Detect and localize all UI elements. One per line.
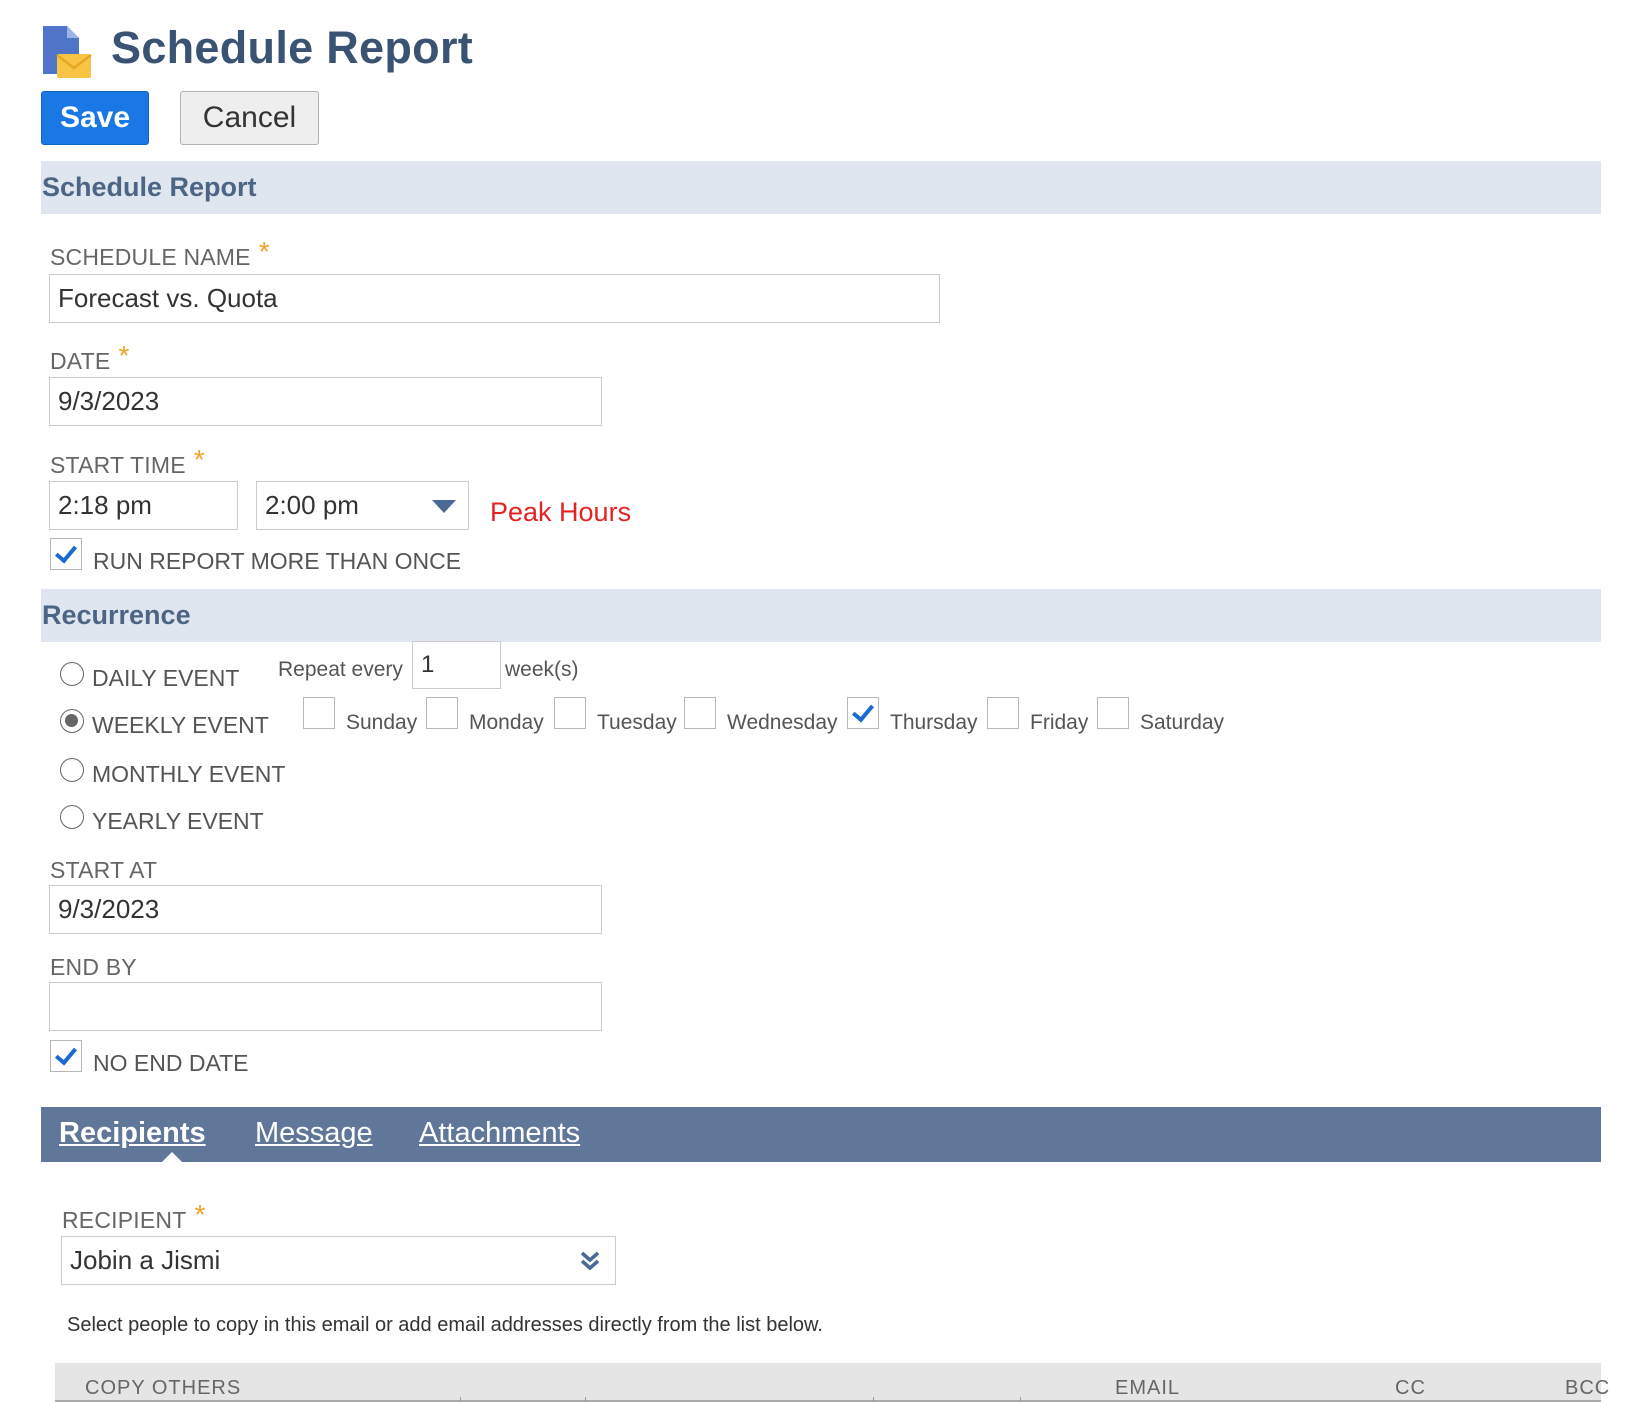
yearly-event-label: YEARLY EVENT <box>92 808 264 834</box>
friday-label: Friday <box>1030 711 1089 734</box>
recurrence-section-bar <box>41 589 1601 642</box>
monday-label: Monday <box>469 711 544 734</box>
required-marker: * <box>258 236 270 267</box>
thursday-label: Thursday <box>890 711 978 734</box>
schedule-name-label: SCHEDULE NAME * <box>50 236 270 270</box>
end-by-input[interactable] <box>49 982 602 1031</box>
column-separator <box>1020 1397 1021 1402</box>
tab-message[interactable]: Message <box>255 1117 373 1150</box>
run-more-than-once-checkbox[interactable] <box>50 538 82 570</box>
sunday-checkbox[interactable] <box>303 697 335 729</box>
recipient-label: RECIPIENT * <box>62 1199 206 1233</box>
column-header-email[interactable]: EMAIL <box>1115 1377 1180 1400</box>
column-header-copy-others[interactable]: COPY OTHERS <box>85 1377 241 1400</box>
daily-event-label: DAILY EVENT <box>92 665 240 691</box>
sunday-label: Sunday <box>346 711 418 734</box>
peak-hours-note: Peak Hours <box>490 497 632 527</box>
start-time-select[interactable]: 2:00 pm <box>256 481 469 530</box>
column-separator <box>585 1397 586 1402</box>
subtab-bar: Recipients Message Attachments <box>41 1107 1601 1162</box>
start-at-label: START AT <box>50 857 158 883</box>
saturday-label: Saturday <box>1140 711 1225 734</box>
tab-attachments[interactable]: Attachments <box>419 1117 580 1150</box>
date-input[interactable]: 9/3/2023 <box>49 377 602 426</box>
date-label: DATE * <box>50 340 130 374</box>
repeat-every-input[interactable]: 1 <box>412 641 501 689</box>
column-separator <box>460 1397 461 1402</box>
required-marker: * <box>194 1199 206 1230</box>
dropdown-arrow-icon <box>432 500 456 513</box>
recurrence-section-title: Recurrence <box>42 600 191 630</box>
daily-event-radio[interactable] <box>60 662 84 686</box>
copy-help-text: Select people to copy in this email or a… <box>67 1314 823 1336</box>
recipient-select-value: Jobin a Jismi <box>70 1245 221 1275</box>
wednesday-checkbox[interactable] <box>684 697 716 729</box>
run-more-than-once-label: RUN REPORT MORE THAN ONCE <box>93 548 462 574</box>
no-end-date-checkbox[interactable] <box>50 1040 82 1072</box>
page-title: Schedule Report <box>111 22 474 73</box>
active-tab-indicator <box>162 1152 182 1162</box>
required-marker: * <box>118 340 130 371</box>
tuesday-checkbox[interactable] <box>554 697 586 729</box>
column-header-bcc[interactable]: BCC <box>1565 1377 1610 1400</box>
start-time-label: START TIME * <box>50 444 205 478</box>
monthly-event-radio[interactable] <box>60 758 84 782</box>
start-time-input[interactable]: 2:18 pm <box>49 481 238 530</box>
weekly-event-label: WEEKLY EVENT <box>92 712 269 738</box>
schedule-section-title: Schedule Report <box>42 172 257 202</box>
weekly-event-radio[interactable] <box>60 709 84 733</box>
cancel-button[interactable]: Cancel <box>180 91 319 145</box>
column-header-cc[interactable]: CC <box>1395 1377 1426 1400</box>
double-chevron-down-icon <box>580 1251 600 1271</box>
yearly-event-radio[interactable] <box>60 805 84 829</box>
schedule-section-bar <box>41 161 1601 214</box>
tuesday-label: Tuesday <box>597 711 677 734</box>
start-at-input[interactable]: 9/3/2023 <box>49 885 602 934</box>
repeat-every-label: Repeat every <box>278 658 403 681</box>
monthly-event-label: MONTHLY EVENT <box>92 761 286 787</box>
column-separator <box>873 1397 874 1402</box>
wednesday-label: Wednesday <box>727 711 838 734</box>
save-button[interactable]: Save <box>41 91 149 145</box>
report-schedule-icon <box>43 26 92 78</box>
monday-checkbox[interactable] <box>426 697 458 729</box>
copy-others-grid-header: COPY OTHERS EMAIL CC BCC <box>55 1363 1609 1402</box>
thursday-checkbox[interactable] <box>847 697 879 729</box>
saturday-checkbox[interactable] <box>1097 697 1129 729</box>
no-end-date-label: NO END DATE <box>93 1050 249 1076</box>
friday-checkbox[interactable] <box>987 697 1019 729</box>
schedule-name-input[interactable]: Forecast vs. Quota <box>49 274 940 323</box>
required-marker: * <box>193 444 205 475</box>
start-time-select-value: 2:00 pm <box>265 490 359 520</box>
end-by-label: END BY <box>50 954 137 980</box>
tab-recipients[interactable]: Recipients <box>59 1117 206 1150</box>
recipient-select[interactable]: Jobin a Jismi <box>61 1236 616 1285</box>
repeat-unit-label: week(s) <box>505 658 579 681</box>
